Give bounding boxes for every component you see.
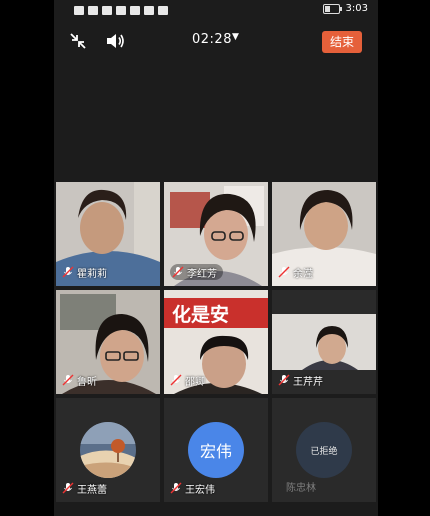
participant-name: 王燕蕾 xyxy=(77,484,107,496)
speaker-icon[interactable] xyxy=(104,30,126,52)
participant-label: 王芹芹 xyxy=(278,372,323,388)
app-notification-icon-3 xyxy=(158,5,168,15)
mic-muted-icon xyxy=(62,374,74,386)
landscape-avatar-icon xyxy=(80,422,136,478)
participant-label: 鲁昕 xyxy=(62,372,97,388)
participant-tile[interactable]: 王燕蕾 xyxy=(56,398,160,502)
participant-tile[interactable]: 宏伟 王宏伟 xyxy=(164,398,268,502)
mic-muted-icon xyxy=(170,482,182,494)
mic-muted-icon xyxy=(172,266,184,278)
participant-name: 鲁昕 xyxy=(77,376,97,388)
end-call-button[interactable]: 结束 xyxy=(322,31,362,53)
participant-label: 余滢 xyxy=(278,264,313,280)
nfc-icon xyxy=(74,5,84,15)
participant-name: 邵卿 xyxy=(185,376,205,388)
call-screen: 3:03 02:28 ▼ 结束 瞿莉莉 李红芳 余滢 鲁昕 化是安 邵卿 王芹芹… xyxy=(54,0,378,516)
participant-label: 李红芳 xyxy=(170,264,223,280)
participant-tile[interactable]: 余滢 xyxy=(272,182,376,286)
signal-icon-2 xyxy=(102,5,112,15)
participant-tile[interactable]: 瞿莉莉 xyxy=(56,182,160,286)
participant-tile[interactable]: 化是安 邵卿 xyxy=(164,290,268,394)
app-notification-icon-2 xyxy=(144,5,154,15)
participant-tile[interactable]: 已拒绝 陈忠林 xyxy=(272,398,376,502)
participant-tile[interactable]: 李红芳 xyxy=(164,182,268,286)
participant-name: 余滢 xyxy=(293,268,313,280)
mic-muted-icon xyxy=(170,374,182,386)
declined-status: 已拒绝 xyxy=(296,422,352,478)
banner-text: 化是安 xyxy=(172,303,229,326)
participant-name: 王芹芹 xyxy=(293,376,323,388)
app-notification-icon xyxy=(130,5,140,15)
participant-name: 王宏伟 xyxy=(185,484,215,496)
status-bar: 3:03 xyxy=(54,0,378,20)
participant-tile[interactable]: 王芹芹 xyxy=(272,290,376,394)
battery-icon xyxy=(322,3,342,14)
wifi-icon xyxy=(116,5,126,15)
participant-label: 瞿莉莉 xyxy=(62,264,107,280)
status-time: 3:03 xyxy=(345,3,368,14)
participant-name: 李红芳 xyxy=(187,268,217,280)
call-timer: 02:28 xyxy=(192,32,232,47)
mic-muted-icon xyxy=(278,266,290,278)
mic-muted-icon xyxy=(62,482,74,494)
status-icons xyxy=(74,4,168,16)
avatar xyxy=(80,422,136,478)
participant-label: 邵卿 xyxy=(170,372,205,388)
participant-label: 王燕蕾 xyxy=(62,480,107,496)
participant-label: 王宏伟 xyxy=(170,480,215,496)
avatar: 宏伟 xyxy=(188,422,244,478)
participant-tile[interactable]: 鲁昕 xyxy=(56,290,160,394)
minimize-icon[interactable] xyxy=(68,31,88,51)
participant-name: 瞿莉莉 xyxy=(77,268,107,280)
mic-muted-icon xyxy=(278,374,290,386)
signal-icon xyxy=(88,5,98,15)
call-toolbar: 02:28 ▼ 结束 xyxy=(54,26,378,56)
chevron-down-icon[interactable]: ▼ xyxy=(232,32,239,42)
mic-muted-icon xyxy=(62,266,74,278)
participant-name: 陈忠林 xyxy=(286,483,316,494)
